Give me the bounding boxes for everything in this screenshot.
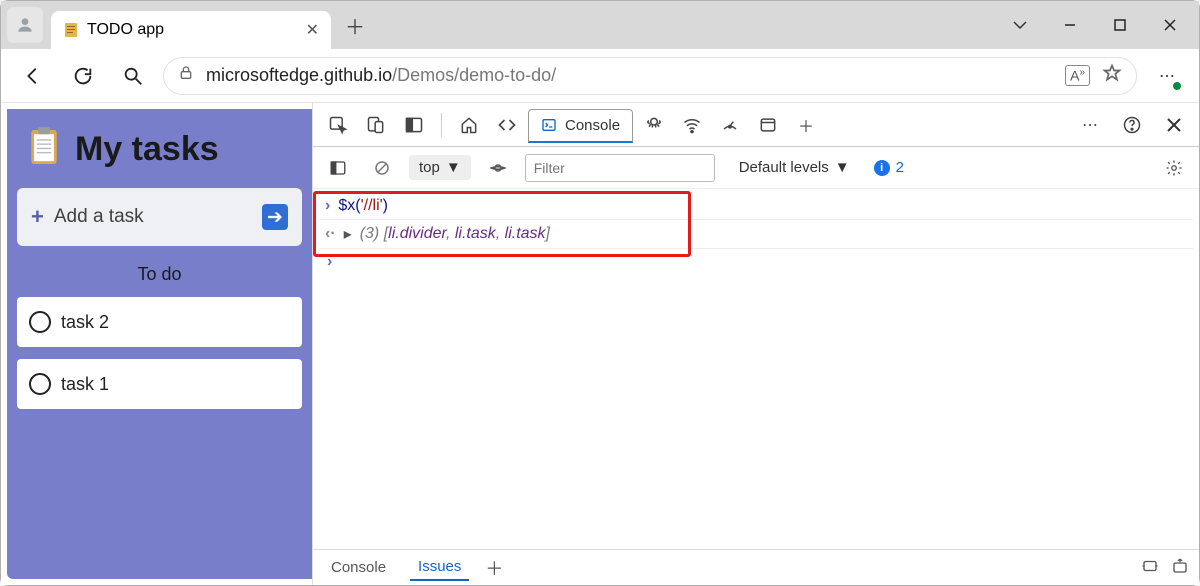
log-levels-selector[interactable]: Default levels ▼ <box>739 159 850 176</box>
help-icon[interactable] <box>1115 108 1149 142</box>
clear-console-icon[interactable] <box>365 151 399 185</box>
minimize-button[interactable] <box>1047 7 1093 43</box>
console-body[interactable]: › $x('//li') ‹· ▸ (3) [li.divider, li.ta… <box>313 189 1199 549</box>
add-task-label: Add a task <box>54 206 144 228</box>
application-tab-icon[interactable] <box>751 108 785 142</box>
profile-button[interactable] <box>7 7 43 43</box>
add-task-button[interactable]: + Add a task ➔ <box>17 188 302 246</box>
devtools-panel: Console ＋ ⋯ top ▼ Default levels <box>312 103 1199 585</box>
browser-tab[interactable]: TODO app ✕ <box>51 11 331 49</box>
issue-dot-icon: i <box>874 160 890 176</box>
levels-label: Default levels <box>739 159 829 176</box>
dock-side-icon[interactable] <box>397 108 431 142</box>
more-tabs-button[interactable]: ＋ <box>789 108 823 142</box>
url-path: /Demos/demo-to-do/ <box>392 65 556 85</box>
sidebar-toggle-icon[interactable] <box>321 151 355 185</box>
favicon-icon <box>63 22 79 38</box>
task-checkbox-icon[interactable] <box>29 311 51 333</box>
submit-task-icon[interactable]: ➔ <box>262 204 288 230</box>
tab-title: TODO app <box>87 21 164 39</box>
highlight-box <box>313 191 691 257</box>
todo-app: My tasks + Add a task ➔ To do task 2 tas… <box>7 109 312 579</box>
new-tab-button[interactable]: ＋ <box>337 7 373 43</box>
network-tab-icon[interactable] <box>675 108 709 142</box>
devtools-more-icon[interactable]: ⋯ <box>1073 108 1107 142</box>
task-checkbox-icon[interactable] <box>29 373 51 395</box>
tab-close-icon[interactable]: ✕ <box>306 20 319 40</box>
dropdown-icon: ▼ <box>446 159 461 176</box>
context-label: top <box>419 159 440 176</box>
task-item[interactable]: task 1 <box>17 359 302 409</box>
maximize-button[interactable] <box>1097 7 1143 43</box>
performance-tab-icon[interactable] <box>713 108 747 142</box>
dropdown-icon: ▼ <box>835 159 850 176</box>
device-emulation-icon[interactable] <box>359 108 393 142</box>
tab-actions-button[interactable] <box>997 7 1043 43</box>
console-tab-label: Console <box>565 117 620 134</box>
lock-icon <box>178 65 194 86</box>
browser-toolbar: microsoftedge.github.io/Demos/demo-to-do… <box>1 49 1199 103</box>
devtools-tabbar: Console ＋ ⋯ <box>313 103 1199 147</box>
drawer-add-tab-icon[interactable]: ＋ <box>485 555 503 581</box>
task-item[interactable]: task 2 <box>17 297 302 347</box>
section-label-todo: To do <box>17 258 302 285</box>
elements-tab-icon[interactable] <box>490 108 524 142</box>
context-selector[interactable]: top ▼ <box>409 155 471 180</box>
drawer-tab-console[interactable]: Console <box>323 555 394 580</box>
read-aloud-button[interactable]: A» <box>1065 65 1090 86</box>
task-label: task 2 <box>61 312 109 333</box>
back-button[interactable] <box>13 56 53 96</box>
live-expression-icon[interactable] <box>481 151 515 185</box>
console-tab[interactable]: Console <box>528 109 633 143</box>
issues-indicator[interactable]: i 2 <box>874 159 904 176</box>
plus-icon: + <box>31 204 44 230</box>
drawer-collapse-icon[interactable] <box>1171 557 1189 579</box>
more-button[interactable]: ⋯ <box>1147 56 1187 96</box>
drawer-expand-icon[interactable] <box>1141 557 1159 579</box>
address-bar[interactable]: microsoftedge.github.io/Demos/demo-to-do… <box>163 57 1137 95</box>
tab-strip: TODO app ✕ ＋ <box>1 1 1199 49</box>
inspect-element-icon[interactable] <box>321 108 355 142</box>
url-host: microsoftedge.github.io <box>206 65 392 85</box>
window-controls <box>997 7 1193 43</box>
devtools-drawer: Console Issues ＋ <box>313 549 1199 585</box>
console-filterbar: top ▼ Default levels ▼ i 2 <box>313 147 1199 189</box>
task-label: task 1 <box>61 374 109 395</box>
console-settings-icon[interactable] <box>1157 151 1191 185</box>
favorite-button[interactable] <box>1102 63 1122 88</box>
drawer-tab-issues[interactable]: Issues <box>410 554 469 581</box>
app-title: My tasks <box>75 130 219 169</box>
clipboard-icon <box>27 127 61 172</box>
search-button[interactable] <box>113 56 153 96</box>
issues-count: 2 <box>896 159 904 176</box>
close-window-button[interactable] <box>1147 7 1193 43</box>
close-devtools-icon[interactable] <box>1157 108 1191 142</box>
refresh-button[interactable] <box>63 56 103 96</box>
welcome-tab-icon[interactable] <box>452 108 486 142</box>
filter-input[interactable] <box>525 154 715 182</box>
sources-tab-icon[interactable] <box>637 108 671 142</box>
